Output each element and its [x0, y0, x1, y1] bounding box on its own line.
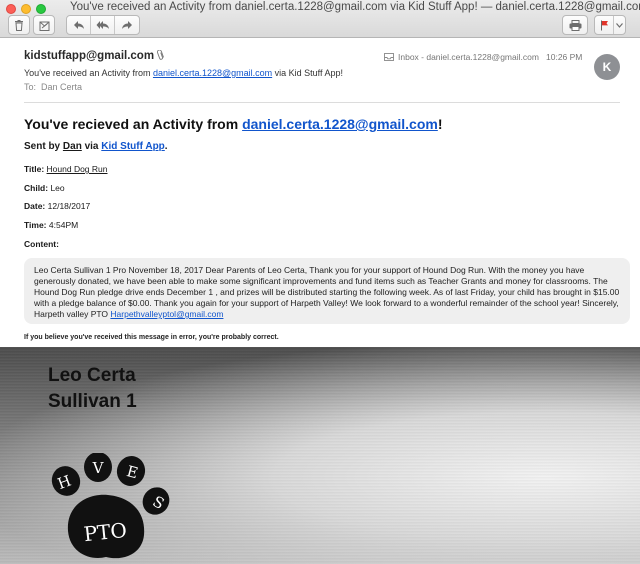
- reply-all-icon: [96, 21, 109, 29]
- date-label: Date:: [24, 201, 46, 211]
- content-box: Leo Certa Sullivan 1 Pro November 18, 20…: [24, 258, 630, 324]
- reply-icon: [73, 21, 84, 29]
- title-value[interactable]: Hound Dog Run: [47, 164, 108, 174]
- sent-by-line: Sent by Dan via Kid Stuff App.: [24, 141, 168, 152]
- chevron-down-icon: [616, 22, 623, 28]
- sentby-suffix: .: [164, 141, 168, 152]
- content-label: Content:: [24, 239, 59, 249]
- delete-button[interactable]: [8, 15, 30, 35]
- child-label: Child:: [24, 183, 49, 193]
- title-field: Title: Hound Dog Run: [24, 164, 108, 174]
- flag-icon: [600, 20, 608, 30]
- photo-classroom: Sullivan 1: [48, 391, 137, 412]
- date-value: 12/18/2017: [47, 201, 91, 211]
- pto-paw-logo: H V E S PTO: [51, 453, 170, 559]
- sentby-via: via: [81, 141, 102, 152]
- title-label: Title:: [24, 164, 45, 174]
- pto-email-link[interactable]: Harpethvalleyptol@gmail.com: [110, 309, 223, 319]
- body-headline: You've recieved an Activity from daniel.…: [24, 116, 443, 132]
- reply-all-button[interactable]: [91, 16, 115, 34]
- child-value: Leo: [50, 183, 65, 193]
- time-field: Time: 4:54PM: [24, 220, 78, 230]
- photo-student-name: Leo Certa: [48, 365, 136, 386]
- junk-icon: [39, 21, 49, 31]
- minimize-window-button[interactable]: [21, 4, 31, 14]
- time-value: 4:54PM: [48, 220, 79, 230]
- zoom-window-button[interactable]: [36, 4, 46, 14]
- sender-address[interactable]: kidstuffapp@gmail.com: [24, 50, 154, 62]
- forward-icon: [122, 21, 132, 29]
- sender-name[interactable]: Dan: [63, 141, 82, 152]
- mailbox-label: Inbox - daniel.certa.1228@gmail.com: [384, 52, 539, 62]
- header-divider: [24, 102, 620, 103]
- junk-button[interactable]: [33, 15, 55, 35]
- logo-pto-text: PTO: [83, 518, 128, 546]
- avatar: K: [594, 54, 620, 80]
- close-window-button[interactable]: [6, 4, 16, 14]
- subject-email-link[interactable]: daniel.certa.1228@gmail.com: [153, 68, 272, 78]
- footer-note: If you believe you've received this mess…: [24, 334, 279, 341]
- date-field: Date: 12/18/2017: [24, 201, 90, 211]
- message-time: 10:26 PM: [546, 52, 583, 62]
- content-field: Content:: [24, 239, 59, 249]
- child-field: Child: Leo: [24, 183, 65, 193]
- window-titlebar: You've received an Activity from daniel.…: [0, 0, 640, 38]
- message-subject: You've received an Activity from daniel.…: [24, 68, 343, 78]
- print-icon: [569, 19, 581, 31]
- paperclip-icon: [156, 49, 164, 64]
- reply-button[interactable]: [67, 16, 91, 34]
- reply-button-group: [66, 15, 140, 35]
- subject-suffix: via Kid Stuff App!: [272, 68, 344, 78]
- window-title: You've received an Activity from daniel.…: [70, 1, 640, 13]
- inbox-icon: [384, 53, 394, 61]
- print-button[interactable]: [562, 15, 588, 35]
- flag-button[interactable]: [594, 15, 626, 35]
- time-label: Time:: [24, 220, 47, 230]
- flag-button-main[interactable]: [595, 16, 613, 34]
- headline-suffix: !: [437, 116, 443, 132]
- flag-menu-button[interactable]: [613, 16, 625, 34]
- recipient-name[interactable]: Dan Certa: [41, 82, 82, 92]
- attached-photo[interactable]: Leo Certa Sullivan 1 H V E S PTO: [0, 347, 640, 564]
- to-label: To:: [24, 82, 37, 92]
- sentby-prefix: Sent by: [24, 141, 63, 152]
- forward-button[interactable]: [115, 16, 139, 34]
- subject-prefix: You've received an Activity from: [24, 68, 153, 78]
- headline-prefix: You've recieved an Activity from: [24, 116, 243, 132]
- logo-letter-v: V: [92, 459, 105, 477]
- recipient-line: To: Dan Certa: [24, 82, 82, 92]
- mailbox-name: Inbox - daniel.certa.1228@gmail.com: [398, 52, 539, 62]
- app-link[interactable]: Kid Stuff App: [101, 141, 165, 152]
- trash-icon: [15, 19, 23, 31]
- headline-email-link[interactable]: daniel.certa.1228@gmail.com: [242, 116, 438, 132]
